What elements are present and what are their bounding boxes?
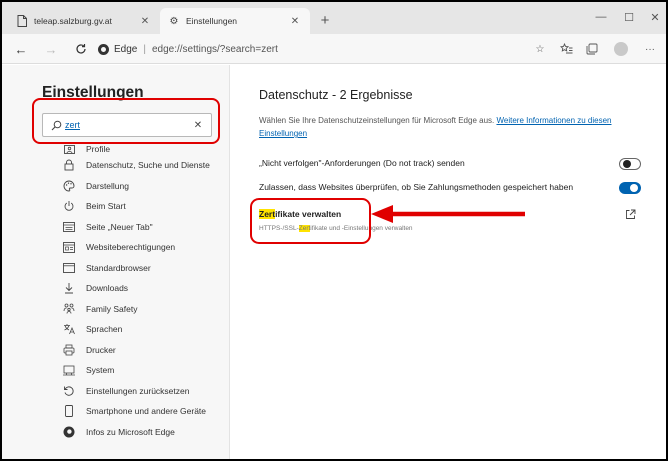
forward-arrow-icon[interactable]: → [42,40,60,58]
sidebar-item-privacy[interactable]: Datenschutz, Suche und Dienste [62,155,230,176]
sidebar-item-about-edge[interactable]: Infos zu Microsoft Edge [62,422,230,443]
sidebar-item-label: Datenschutz, Suche und Dienste [86,160,210,171]
navigation-bar: ← → Edge | edge://settings/?search=zert … [2,34,666,64]
phone-icon [62,404,76,418]
download-icon [62,281,76,295]
maximize-button[interactable]: ☐ [616,8,642,26]
sidebar-item-on-start[interactable]: Beim Start [62,196,230,217]
sidebar-item-label: Downloads [86,283,129,294]
section-title: Datenschutz - 2 Ergebnisse [259,88,413,102]
sidebar-item-system[interactable]: System [62,360,230,381]
language-icon [62,322,76,336]
star-icon[interactable]: ☆ [532,41,548,57]
sidebar-item-site-permissions[interactable]: Websiteberechtigungen [62,237,230,258]
settings-content: Datenschutz - 2 Ergebnisse Wählen Sie Ih… [231,65,666,459]
red-arrow-annotation [371,205,525,223]
new-tab-button[interactable]: + [316,11,334,29]
red-highlight-box-search [32,98,220,144]
tab-label: teleap.salzburg.gv.at [34,16,112,26]
sidebar-item-label: Standardbrowser [86,262,151,273]
palette-icon [62,179,76,193]
edge-icon [98,43,109,55]
sidebar-item-appearance[interactable]: Darstellung [62,176,230,197]
site-permissions-icon [62,240,76,254]
sidebar-item-languages[interactable]: Sprachen [62,319,230,340]
payment-methods-toggle[interactable] [619,182,641,194]
address-brand: Edge [114,43,138,55]
sidebar-item-label: Einstellungen zurücksetzen [86,385,190,396]
address-url: edge://settings/?search=zert [151,43,278,55]
sidebar-item-printers[interactable]: Drucker [62,340,230,361]
sidebar-item-default-browser[interactable]: Standardbrowser [62,258,230,279]
description-text: Wählen Sie Ihre Datenschutzeinstellungen… [259,116,497,125]
sidebar-item-profile[interactable]: Profile [62,143,230,155]
settings-sidebar: Einstellungen ✕ Profile Datenschutz, Suc… [2,65,230,459]
sidebar-item-label: Websiteberechtigungen [86,242,176,253]
sidebar-item-label: Infos zu Microsoft Edge [86,426,175,437]
person-icon [62,142,76,156]
sidebar-item-family-safety[interactable]: Family Safety [62,299,230,320]
page-icon [16,15,28,27]
family-icon [62,302,76,316]
newtab-page-icon [62,220,76,234]
edge-icon [62,425,76,439]
browser-window: teleap.salzburg.gv.at ✕ ⚙ Einstellungen … [0,0,668,461]
toggle-knob [623,160,631,168]
sidebar-item-label: Darstellung [86,180,129,191]
sidebar-item-label: System [86,365,115,376]
sidebar-item-new-tab-page[interactable]: Seite „Neuer Tab" [62,217,230,238]
printer-icon [62,343,76,357]
reload-icon[interactable] [72,40,90,58]
sidebar-item-label: Seite „Neuer Tab" [86,221,153,232]
tab-teleap[interactable]: teleap.salzburg.gv.at ✕ [8,8,160,34]
red-highlight-box-certificates [250,198,371,244]
browser-icon [62,261,76,275]
external-link-icon[interactable] [623,207,637,221]
tab-strip: teleap.salzburg.gv.at ✕ ⚙ Einstellungen … [2,2,666,34]
do-not-track-label: „Nicht verfolgen"-Anforderungen (Do not … [259,158,465,168]
gear-icon: ⚙ [169,15,179,27]
sidebar-item-label: Smartphone und andere Geräte [86,406,207,417]
avatar[interactable] [614,42,628,56]
more-icon[interactable]: ··· [642,41,658,57]
sidebar-item-downloads[interactable]: Downloads [62,278,230,299]
window-close-button[interactable]: ✕ [642,8,666,26]
do-not-track-toggle[interactable] [619,158,641,170]
tab-einstellungen[interactable]: ⚙ Einstellungen ✕ [160,8,310,34]
sidebar-item-label: Profile [86,144,111,154]
sidebar-item-label: Drucker [86,344,116,355]
payment-methods-label: Zulassen, dass Websites überprüfen, ob S… [259,182,574,192]
close-icon[interactable]: ✕ [288,14,302,28]
lock-icon [62,158,76,172]
power-icon [62,199,76,213]
section-description: Wählen Sie Ihre Datenschutzeinstellungen… [259,114,639,140]
settings-menu: Profile Datenschutz, Suche und Dienste D… [62,143,230,442]
tab-label: Einstellungen [186,16,238,26]
sidebar-item-label: Sprachen [86,324,123,335]
sidebar-item-reset[interactable]: Einstellungen zurücksetzen [62,381,230,402]
toggle-knob [630,184,638,192]
sidebar-item-label: Beim Start [86,201,126,212]
address-separator: | [143,43,146,55]
sidebar-item-phone-devices[interactable]: Smartphone und andere Geräte [62,401,230,422]
minimize-button[interactable]: — [588,8,614,26]
favorites-icon[interactable] [558,41,574,57]
sidebar-item-label: Family Safety [86,303,138,314]
system-icon [62,363,76,377]
address-bar[interactable]: Edge | edge://settings/?search=zert [98,40,278,58]
close-icon[interactable]: ✕ [138,14,152,28]
collections-icon[interactable] [584,41,600,57]
back-arrow-icon[interactable]: ← [12,40,30,58]
reset-icon [62,384,76,398]
